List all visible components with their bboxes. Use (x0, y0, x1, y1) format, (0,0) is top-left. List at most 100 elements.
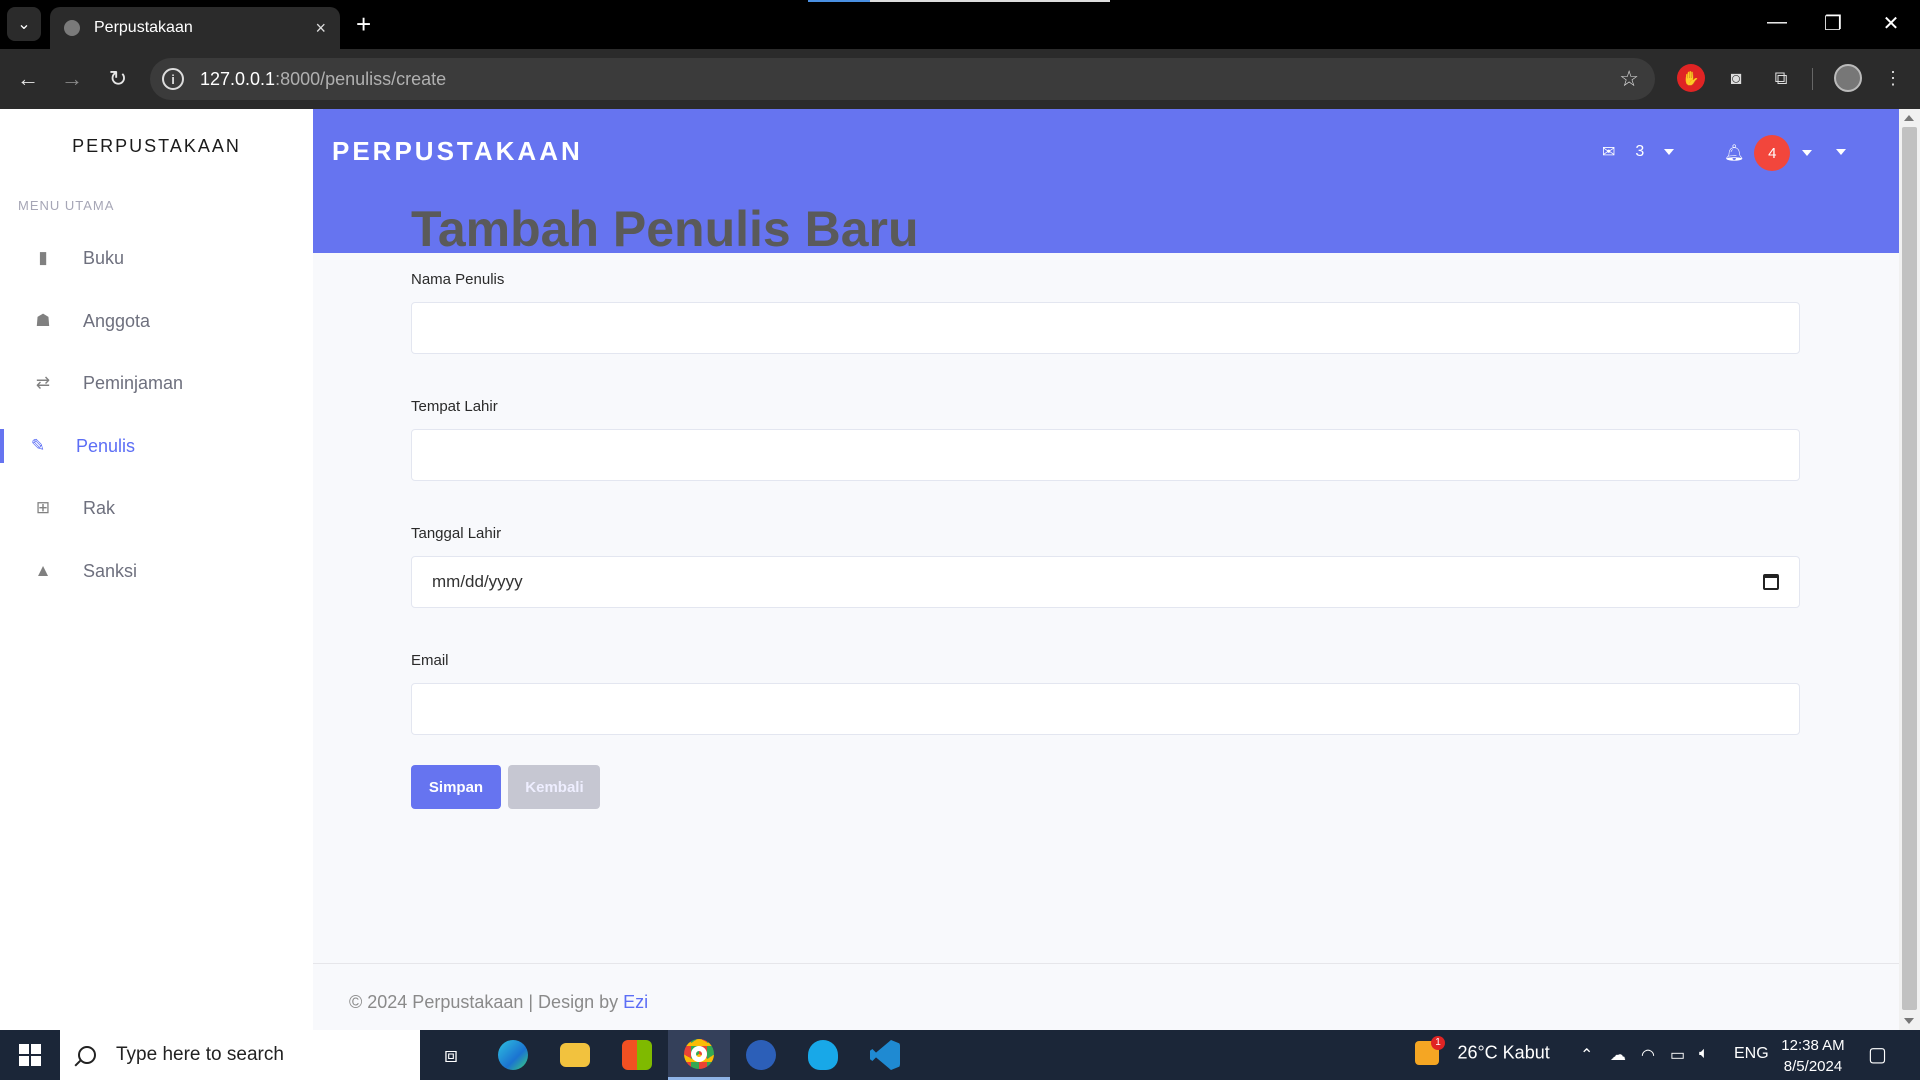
tempat-lahir-input[interactable] (411, 429, 1800, 481)
calendar-icon[interactable] (1763, 574, 1779, 590)
save-button[interactable]: Simpan (411, 765, 501, 809)
alerts-dropdown[interactable]: 🔔︎ 4 (1724, 135, 1813, 171)
back-button[interactable]: Kembali (508, 765, 601, 809)
form-group-tempat: Tempat Lahir (411, 398, 1800, 481)
globe-icon (64, 20, 80, 36)
browser-toolbar: ← → ↻ i 127.0.0.1:8000/penuliss/create ☆… (0, 49, 1920, 109)
search-placeholder: Type here to search (116, 1044, 284, 1065)
extensions-puzzle-icon[interactable]: ⧉ (1767, 64, 1795, 92)
taskbar-clock[interactable]: 12:38 AM 8/5/2024 (1768, 1035, 1858, 1077)
tab-title: Perpustakaan (94, 19, 193, 36)
chevron-down-icon (1802, 150, 1813, 156)
browser-tab[interactable]: Perpustakaan × (50, 7, 340, 49)
sidebar-item-label: Buku (83, 247, 125, 268)
sidebar-brand[interactable]: PERPUSTAKAAN (0, 136, 313, 157)
footer-text: © 2024 Perpustakaan | Design by Ezi (349, 992, 648, 1013)
restore-button[interactable]: ❐ (1813, 11, 1853, 36)
wifi-icon[interactable]: ◠ (1641, 1045, 1655, 1065)
close-window-button[interactable]: ✕ (1871, 11, 1911, 36)
book-icon: ▮ (38, 248, 48, 267)
battery-icon[interactable]: ▭ (1670, 1045, 1685, 1065)
windows-logo-icon (19, 1044, 41, 1066)
vscode-app[interactable] (854, 1030, 916, 1080)
forward-arrow-icon[interactable]: → (57, 66, 87, 92)
new-tab-button[interactable]: + (356, 10, 371, 38)
start-button[interactable] (0, 1030, 60, 1080)
scrollbar-thumb[interactable] (1902, 127, 1917, 1010)
page-scrollbar[interactable] (1899, 109, 1920, 1030)
designer-link[interactable]: Ezi (623, 992, 648, 1012)
moon-app-icon (746, 1040, 776, 1070)
minimize-button[interactable]: — (1757, 11, 1797, 34)
tab-search-button[interactable]: ⌄ (7, 7, 41, 41)
camera-icon[interactable]: ◙ (1722, 64, 1750, 92)
sidebar-item-buku[interactable]: ▮ Buku (0, 238, 313, 278)
clock-date: 8/5/2024 (1783, 1058, 1843, 1075)
page-title: Tambah Penulis Baru (411, 201, 919, 257)
nama-penulis-label: Nama Penulis (411, 271, 505, 288)
envelope-icon: ✉ (1602, 144, 1616, 161)
site-info-icon[interactable]: i (162, 68, 184, 90)
sidebar-item-sanksi[interactable]: ▲ Sanksi (0, 551, 313, 591)
file-explorer-app[interactable] (544, 1030, 606, 1080)
exchange-icon: ⇄ (35, 373, 51, 392)
form-group-nama: Nama Penulis (411, 271, 1800, 354)
warning-icon: ▲ (34, 561, 52, 580)
folder-icon (560, 1043, 590, 1067)
sidebar: PERPUSTAKAAN MENU UTAMA ▮ Buku ☗ Anggota… (0, 109, 313, 1030)
sitemap-icon: ⊞ (35, 498, 51, 517)
tanggal-lahir-input[interactable]: mm/dd/yyyy (411, 556, 1800, 608)
extension-stop-icon[interactable]: ✋ (1677, 64, 1705, 92)
sidebar-item-anggota[interactable]: ☗ Anggota (0, 301, 313, 341)
onedrive-cloud-icon[interactable]: ☁ (1610, 1045, 1626, 1065)
sidebar-item-label: Rak (83, 497, 116, 518)
topbar-brand[interactable]: PERPUSTAKAAN (332, 136, 583, 167)
url-host: 127.0.0.1 (200, 68, 276, 89)
browser-menu-icon[interactable]: ⋮ (1879, 64, 1907, 92)
tray-chevron-up-icon[interactable]: ⌃ (1580, 1045, 1593, 1065)
nama-penulis-input[interactable] (411, 302, 1800, 354)
email-input[interactable] (411, 683, 1800, 735)
task-view-button[interactable]: ⧈ (420, 1030, 482, 1080)
address-bar[interactable]: i 127.0.0.1:8000/penuliss/create ☆ (150, 58, 1655, 100)
store-app[interactable] (606, 1030, 668, 1080)
app-moon[interactable] (730, 1030, 792, 1080)
scroll-up-arrow-icon[interactable] (1904, 115, 1914, 121)
chevron-down-icon (1664, 149, 1675, 155)
messages-dropdown[interactable]: ✉ 3 (1602, 142, 1675, 162)
notifications-icon[interactable]: ▢ (1868, 1042, 1887, 1067)
language-indicator[interactable]: ENG (1734, 1045, 1769, 1063)
weather-text: 26°C Kabut (1457, 1042, 1550, 1063)
chevron-down-icon (1836, 149, 1846, 155)
form-actions: Simpan Kembali (411, 765, 1800, 809)
weather-widget[interactable]: 1 26°C Kabut (1415, 1036, 1550, 1065)
user-dropdown[interactable] (1836, 149, 1846, 155)
profile-avatar[interactable] (1834, 64, 1862, 92)
sidebar-item-peminjaman[interactable]: ⇄ Peminjaman (0, 363, 313, 403)
taskbar-search[interactable]: Type here to search (60, 1030, 420, 1080)
chrome-app[interactable] (668, 1030, 730, 1080)
edge-app[interactable] (482, 1030, 544, 1080)
volume-icon[interactable]: 🔈︎ (1699, 1045, 1709, 1063)
loading-indicator (808, 0, 1110, 2)
alerts-badge: 4 (1754, 135, 1791, 171)
vscode-icon (870, 1040, 900, 1070)
tanggal-lahir-label: Tanggal Lahir (411, 525, 502, 542)
bird-app-icon (808, 1040, 838, 1070)
reload-icon[interactable]: ↻ (103, 66, 133, 92)
bookmark-star-icon[interactable]: ☆ (1619, 66, 1639, 92)
url-path: :8000/penuliss/create (275, 68, 447, 89)
form-group-email: Email (411, 652, 1800, 735)
clock-time: 12:38 AM (1781, 1037, 1845, 1054)
sidebar-item-penulis[interactable]: ✎ Penulis (0, 426, 313, 466)
back-arrow-icon[interactable]: ← (13, 66, 43, 92)
author-form: Nama Penulis Tempat Lahir Tanggal Lahir … (411, 271, 1800, 809)
tab-close-icon[interactable]: × (315, 18, 326, 39)
scroll-down-arrow-icon[interactable] (1904, 1018, 1914, 1024)
app-bird[interactable] (792, 1030, 854, 1080)
sidebar-item-rak[interactable]: ⊞ Rak (0, 488, 313, 528)
sidebar-item-label: Peminjaman (83, 372, 184, 393)
sidebar-item-label: Penulis (76, 435, 136, 456)
task-view-icon: ⧈ (444, 1042, 458, 1067)
search-icon (78, 1046, 96, 1064)
